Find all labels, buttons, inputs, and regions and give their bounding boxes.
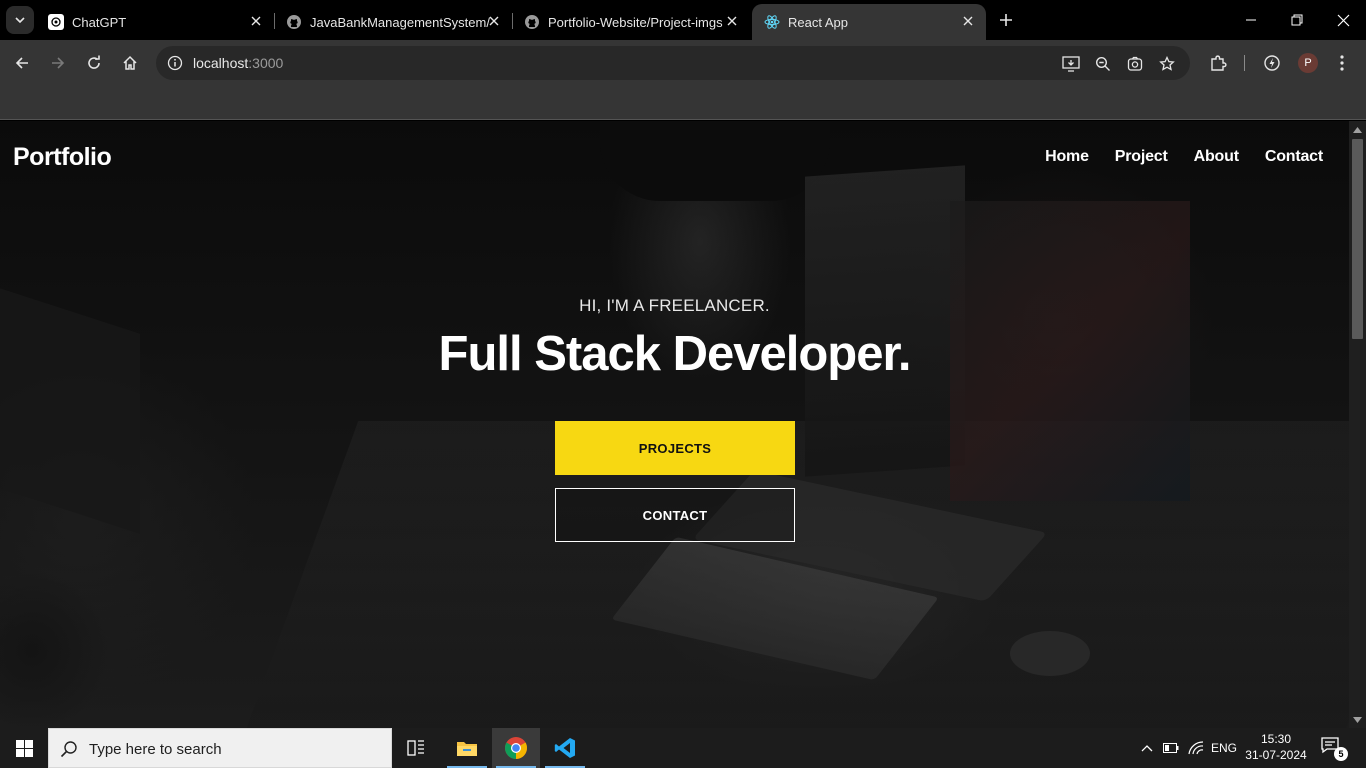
hero-title: Full Stack Developer. [438, 327, 912, 381]
restore-button[interactable] [1274, 0, 1320, 40]
tab-react-app[interactable]: React App [752, 4, 986, 40]
toolbar-divider [1244, 55, 1245, 71]
task-view-button[interactable] [392, 728, 440, 768]
start-button[interactable] [0, 728, 48, 768]
address-bar[interactable]: localhost:3000 [156, 46, 1190, 80]
bookmark-bar [0, 86, 1366, 120]
site-logo[interactable]: Portfolio [13, 143, 112, 172]
back-arrow-icon [15, 57, 28, 69]
chevron-down-icon [15, 17, 25, 24]
scroll-down-arrow-icon[interactable] [1353, 715, 1362, 724]
url-port: :3000 [248, 55, 284, 71]
close-icon[interactable] [960, 13, 976, 29]
battery-icon[interactable] [1160, 728, 1182, 768]
close-window-button[interactable] [1320, 0, 1366, 40]
file-explorer-button[interactable] [443, 728, 491, 768]
nav-project[interactable]: Project [1115, 148, 1168, 166]
scroll-up-arrow-icon[interactable] [1353, 125, 1362, 134]
browser-toolbar: localhost:3000 [0, 40, 1366, 86]
restore-icon [1291, 14, 1303, 26]
close-icon[interactable] [486, 13, 502, 29]
chrome-taskbar-button[interactable] [492, 728, 540, 768]
close-icon[interactable] [724, 13, 740, 29]
hero-subtitle: HI, I'M A FREELANCER. [579, 296, 770, 315]
vscode-icon [554, 738, 575, 758]
minimize-button[interactable] [1228, 0, 1274, 40]
forward-button[interactable] [44, 49, 72, 77]
taskbar-search-box[interactable]: Type here to search [48, 728, 392, 768]
tab-title: React App [788, 14, 848, 30]
menu-kebab-icon[interactable] [1328, 49, 1356, 77]
task-view-icon [407, 740, 424, 756]
url-text[interactable]: localhost:3000 [193, 55, 283, 71]
system-clock[interactable]: 15:30 31-07-2024 [1240, 731, 1312, 763]
tab-java-bank[interactable]: JavaBankManagementSystem/R [274, 4, 512, 40]
reload-button[interactable] [80, 49, 108, 77]
notification-center-button[interactable]: 5 [1320, 736, 1348, 761]
tab-strip: ChatGPT JavaBankManagementSystem/R Portf… [0, 0, 1366, 40]
profile-avatar[interactable]: P [1298, 53, 1318, 73]
tab-title: Portfolio-Website/Project-imgs [548, 14, 723, 30]
tab-search-button[interactable] [6, 6, 34, 34]
tab-title: ChatGPT [72, 14, 127, 30]
performance-icon[interactable] [1258, 49, 1286, 77]
zoom-icon[interactable] [1092, 53, 1114, 75]
wifi-icon[interactable] [1185, 728, 1207, 768]
tab-title: JavaBankManagementSystem/R [310, 14, 490, 30]
nav-contact[interactable]: Contact [1265, 148, 1323, 166]
nav-about[interactable]: About [1194, 148, 1239, 166]
plant-shape [0, 571, 110, 728]
windows-logo-icon [15, 739, 33, 757]
clock-date: 31-07-2024 [1245, 748, 1307, 762]
show-hidden-icons-button[interactable] [1136, 728, 1158, 768]
clock-time: 15:30 [1260, 732, 1292, 746]
tab-chatgpt[interactable]: ChatGPT [36, 4, 274, 40]
plus-icon [1000, 14, 1012, 26]
site-info-icon[interactable] [164, 52, 186, 74]
chrome-icon [505, 737, 527, 759]
bookmark-star-icon[interactable] [1156, 53, 1178, 75]
vscode-taskbar-button[interactable] [541, 728, 589, 768]
chatgpt-icon [48, 14, 64, 30]
language-indicator[interactable]: ENG [1208, 728, 1240, 768]
site-navbar: Portfolio Home Project About Contact [0, 121, 1349, 195]
search-icon [59, 739, 79, 759]
folder-icon [457, 742, 477, 756]
install-app-icon[interactable] [1060, 53, 1082, 75]
extensions-icon[interactable] [1204, 49, 1232, 77]
forward-arrow-icon [52, 57, 65, 69]
back-button[interactable] [8, 49, 36, 77]
mouse-shape [1010, 631, 1090, 676]
monitor-shape [805, 165, 965, 477]
home-icon [123, 55, 137, 70]
minimize-icon [1246, 19, 1256, 21]
close-icon[interactable] [248, 13, 264, 29]
close-icon [1337, 14, 1349, 26]
home-button[interactable] [116, 49, 144, 77]
windows-taskbar: Type here to search ENG 15:30 31-07-2024… [0, 728, 1366, 768]
new-tab-button[interactable] [994, 8, 1018, 32]
github-icon [286, 14, 302, 30]
search-placeholder: Type here to search [89, 741, 222, 758]
tab-portfolio-repo[interactable]: Portfolio-Website/Project-imgs [512, 4, 750, 40]
page-viewport: Portfolio Home Project About Contact HI,… [0, 121, 1349, 728]
nav-home[interactable]: Home [1045, 148, 1089, 166]
github-icon [524, 14, 540, 30]
chevron-up-icon [1141, 745, 1153, 752]
projects-button[interactable]: PROJECTS [555, 421, 795, 475]
scrollbar-thumb[interactable] [1352, 139, 1363, 339]
react-icon [764, 14, 780, 30]
contact-button[interactable]: CONTACT [555, 488, 795, 542]
reload-icon [88, 55, 100, 69]
notification-count-badge: 5 [1334, 747, 1348, 761]
url-host: localhost [193, 55, 249, 71]
nav-links: Home Project About Contact [1045, 148, 1323, 166]
page-scrollbar[interactable] [1349, 121, 1366, 728]
google-lens-icon[interactable] [1124, 53, 1146, 75]
